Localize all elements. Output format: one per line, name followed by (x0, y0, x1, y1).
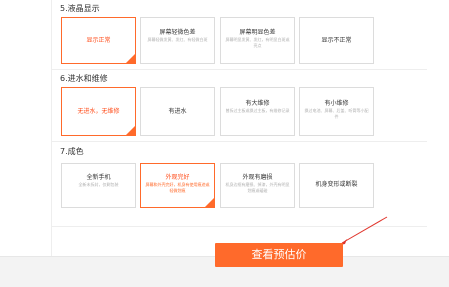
row-divider (51, 226, 427, 227)
option-desc: 全新未拆封，仅剩包装 (78, 182, 119, 187)
option-lcd-abnormal[interactable]: 显示不正常 (299, 17, 374, 64)
option-lcd-obvious-color[interactable]: 屏幕明显色差 屏幕明显发黄、发红，有明显白斑或亮点 (220, 17, 295, 64)
option-title: 显示正常 (86, 37, 111, 44)
left-divider (51, 0, 52, 256)
section-title-condition: 7.成色 (60, 147, 84, 156)
option-good-appearance[interactable]: 外观完好 屏幕和外壳完好，机身有使用痕迹或轻微划痕 (140, 163, 215, 208)
option-lcd-normal[interactable]: 显示正常 (61, 17, 136, 64)
option-desc: 屏幕明显发黄、发红，有明显白斑或亮点 (225, 37, 290, 48)
option-title: 有进水 (168, 108, 187, 115)
option-desc: 换过电池、屏幕、后盖、听筒等小配件 (304, 108, 369, 119)
option-title: 显示不正常 (321, 37, 352, 44)
option-no-water-no-repair[interactable]: 无进水，无维修 (61, 87, 136, 136)
row-divider (51, 141, 427, 142)
option-brand-new[interactable]: 全新手机 全新未拆封，仅剩包装 (61, 163, 136, 208)
option-title: 有小维修 (324, 100, 349, 107)
option-title: 外观完好 (165, 174, 190, 181)
row-divider (51, 69, 427, 70)
option-minor-repair[interactable]: 有小维修 换过电池、屏幕、后盖、听筒等小配件 (299, 87, 374, 136)
selected-corner (126, 126, 135, 135)
selected-corner (205, 198, 214, 207)
option-title: 机身变形或断裂 (315, 181, 358, 188)
option-worn-appearance[interactable]: 外观有磨损 机身边框有磨损、掉漆，外壳有明显划痕或磕碰 (220, 163, 295, 208)
option-major-repair[interactable]: 有大维修 曾拆过主板或换过主板，有维修记录 (220, 87, 295, 136)
option-lcd-slight-color[interactable]: 屏幕轻微色差 屏幕轻微发黄、发红、有轻微白斑 (140, 17, 215, 64)
view-estimate-button[interactable]: 查看预估价 (215, 243, 343, 267)
option-desc: 屏幕轻微发黄、发红、有轻微白斑 (147, 37, 208, 42)
option-desc: 机身边框有磨损、掉漆，外壳有明显划痕或磕碰 (225, 182, 290, 193)
option-deformed-broken[interactable]: 机身变形或断裂 (299, 163, 374, 208)
option-title: 屏幕轻微色差 (159, 29, 196, 36)
option-title: 屏幕明显色差 (239, 29, 276, 36)
section-title-lcd: 5.液晶显示 (60, 4, 100, 13)
option-desc: 屏幕和外壳完好，机身有使用痕迹或轻微划痕 (145, 182, 210, 193)
section-title-water: 6.进水和维修 (60, 74, 108, 83)
option-title: 无进水，无维修 (77, 108, 120, 115)
option-title: 外观有磨损 (242, 174, 273, 181)
annotation-arrow-line (341, 216, 388, 244)
selected-corner (126, 54, 135, 63)
option-title: 有大维修 (245, 100, 270, 107)
option-title: 全新手机 (86, 174, 111, 181)
option-desc: 曾拆过主板或换过主板，有维修记录 (225, 108, 290, 113)
option-water-damage[interactable]: 有进水 (140, 87, 215, 136)
